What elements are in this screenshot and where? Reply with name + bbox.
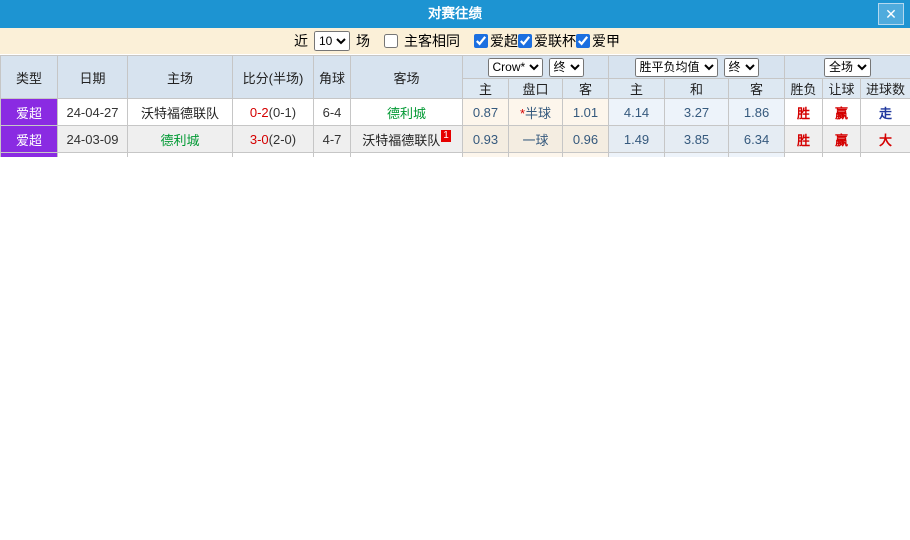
eu-away-odds: 6.34 — [728, 125, 786, 153]
eu-away-odds: 1.86 — [728, 98, 786, 126]
ah-line-text: 半球 — [525, 105, 552, 121]
filter-bar: 近 10 场 主客相同 爱超 爱联杯 爱甲 — [0, 28, 910, 54]
away-team: 德利城 — [350, 98, 463, 126]
close-button[interactable]: ✕ — [878, 3, 904, 25]
bookmaker-state-select[interactable]: 终 — [548, 57, 584, 77]
dialog-titlebar: 对赛往绩 ✕ — [0, 0, 910, 28]
corner-count: 4-7 — [313, 125, 351, 153]
league-checkbox-1[interactable] — [518, 34, 532, 48]
corner-count: 6-4 — [313, 98, 351, 126]
col-header-handicap-result: 让球 — [822, 78, 862, 99]
league-checkbox-1-label: 爱联杯 — [534, 33, 576, 49]
result-group: 全场 — [784, 55, 910, 79]
scope-select[interactable]: 全场 — [824, 57, 872, 77]
same-venue-label: 主客相同 — [404, 33, 460, 49]
eu-home-odds: 4.14 — [608, 98, 666, 126]
league-checkbox-2[interactable] — [576, 34, 590, 48]
col-header-eu-draw: 和 — [664, 78, 730, 99]
near-label: 近 — [294, 33, 308, 49]
halftime-score: (0-1) — [268, 104, 297, 120]
europe-odds-select[interactable]: 胜平负均值 — [634, 57, 718, 77]
bookmaker-select[interactable]: Crow* — [487, 57, 543, 77]
odds-selects-row: 类型 日期 主场 比分(半场) 角球 客场 Crow* 终 胜平负均值终 全场 — [0, 55, 910, 99]
ah-home-odds: 0.87 — [462, 98, 509, 126]
col-header-ah-line: 盘口 — [508, 78, 563, 99]
ah-home-odds: 0.93 — [462, 125, 509, 153]
away-team: 沃特福德联队 1 — [350, 125, 463, 153]
col-header-type: 类型 — [0, 55, 58, 99]
col-header-ah-home: 主 — [462, 78, 509, 99]
result-goals: 走 — [860, 98, 910, 126]
match-row-1: 爱超 24-04-27 沃特福德联队 0-2(0-1) 6-4 德利城 0.87… — [0, 98, 910, 126]
europe-state-select[interactable]: 终 — [723, 57, 759, 77]
h2h-table-container: 类型 日期 主场 比分(半场) 角球 客场 Crow*终 胜平负均值终 全场 — [0, 55, 910, 157]
result-handicap: 赢 — [822, 98, 862, 126]
col-header-goals-result: 进球数 — [860, 78, 910, 99]
match-count-select[interactable]: 10 — [314, 31, 350, 51]
match-date: 24-04-27 — [57, 98, 128, 126]
score-cell: 0-2(0-1) — [232, 98, 314, 126]
result-wdl: 胜 — [784, 125, 824, 153]
score-cell: 3-0(2-0) — [232, 125, 314, 153]
home-team: 德利城 — [127, 125, 233, 153]
home-team: 沃特福德联队 — [127, 98, 233, 126]
col-header-score: 比分(半场) — [232, 55, 314, 99]
h2h-dialog: 对赛往绩 ✕ 近 10 场 主客相同 爱超 爱联杯 爱甲 类型 日期 主场 比分… — [0, 0, 910, 157]
rank-superscript-badge: 1 — [441, 129, 451, 142]
col-header-away: 客场 — [350, 55, 463, 99]
col-header-ah-away: 客 — [561, 78, 610, 99]
match-date: 24-03-09 — [57, 125, 128, 153]
h2h-table: 类型 日期 主场 比分(半场) 角球 客场 Crow*终 胜平负均值终 全场 — [0, 55, 910, 157]
fulltime-score: 3-0 — [249, 131, 269, 147]
ah-line: *半球 — [508, 98, 563, 126]
eu-home-odds: 1.49 — [608, 125, 666, 153]
result-wdl: 胜 — [784, 98, 824, 126]
ah-away-odds: 1.01 — [561, 98, 610, 126]
away-team-name: 德利城 — [386, 105, 426, 121]
dialog-title: 对赛往绩 — [428, 6, 482, 21]
league-badge: 爱超 — [0, 152, 58, 157]
matches-label: 场 — [356, 33, 370, 49]
league-badge: 爱超 — [0, 98, 58, 126]
league-checkbox-2-label: 爱甲 — [592, 33, 620, 49]
col-header-eu-home: 主 — [608, 78, 666, 99]
close-icon: ✕ — [885, 6, 897, 22]
result-goals: 大 — [860, 125, 910, 153]
home-team-name: 沃特福德联队 — [140, 105, 219, 121]
league-badge: 爱超 — [0, 125, 58, 153]
europe-odds-group: 胜平负均值终 — [608, 55, 786, 79]
col-header-corner: 角球 — [313, 55, 351, 99]
asian-handicap-group: Crow* 终 — [461, 55, 610, 79]
eu-draw-odds: 3.85 — [664, 125, 730, 153]
match-row-partial: 爱超 — [0, 152, 910, 157]
ah-line: 一球 — [508, 125, 563, 153]
halftime-score: (2-0) — [268, 131, 297, 147]
col-header-result: 胜负 — [784, 78, 824, 99]
home-team-name: 德利城 — [160, 132, 200, 148]
eu-draw-odds: 3.27 — [664, 98, 730, 126]
away-team-name: 沃特福德联队 — [362, 132, 441, 148]
same-venue-checkbox[interactable] — [384, 34, 398, 48]
league-checkbox-0-label: 爱超 — [490, 33, 518, 49]
col-header-date: 日期 — [57, 55, 128, 99]
league-checkbox-0[interactable] — [474, 34, 488, 48]
result-handicap: 赢 — [822, 125, 862, 153]
col-header-eu-away: 客 — [728, 78, 786, 99]
fulltime-score: 0-2 — [249, 104, 269, 120]
ah-line-text: 一球 — [522, 132, 549, 148]
ah-away-odds: 0.96 — [561, 125, 610, 153]
col-header-home: 主场 — [127, 55, 233, 99]
match-row-2: 爱超 24-03-09 德利城 3-0(2-0) 4-7 沃特福德联队 1 0.9… — [0, 125, 910, 153]
